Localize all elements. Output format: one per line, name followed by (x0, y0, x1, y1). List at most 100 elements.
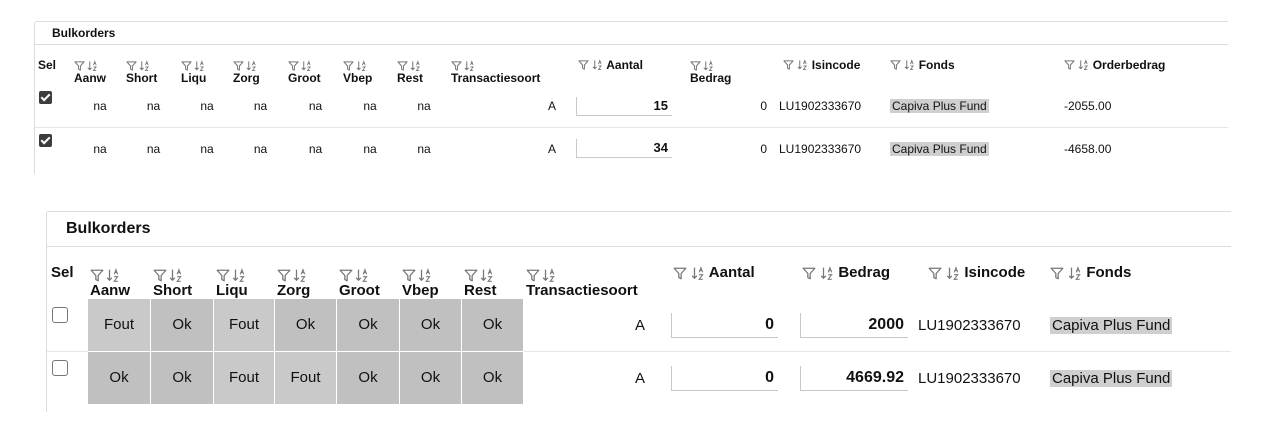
status-rest: na (397, 127, 451, 169)
table-row[interactable]: na na na na na na na A 34 0 LU1902333670… (35, 127, 1228, 169)
col-header-fonds[interactable]: Fonds (1047, 247, 1231, 299)
bulkorders-table: Sel Aanw Short Liqu Zorg Groot Vbep Rest… (47, 247, 1231, 404)
fonds-cell: Capiva Plus Fund (890, 99, 989, 113)
status-aanw: na (93, 99, 107, 113)
sort-icon[interactable] (106, 268, 120, 283)
col-header-aantal[interactable]: Aantal (568, 45, 678, 85)
status-short: na (146, 99, 161, 113)
filter-icon[interactable] (339, 268, 353, 283)
filter-icon[interactable] (216, 268, 230, 283)
col-header-liqu[interactable]: Liqu (214, 247, 275, 299)
status-short: Ok (151, 299, 214, 351)
table-row[interactable]: Ok Ok Fout Fout Ok Ok Ok A 0 4669.92 LU1… (47, 351, 1231, 404)
filter-icon[interactable] (928, 266, 942, 281)
col-header-groot[interactable]: Groot (337, 247, 400, 299)
col-header-short[interactable]: Short (126, 45, 181, 85)
col-header-rest[interactable]: Rest (397, 45, 451, 85)
col-header-fonds[interactable]: Fonds (888, 45, 1058, 85)
status-zorg: Ok (275, 299, 337, 351)
sort-icon[interactable] (797, 59, 808, 71)
sort-icon[interactable] (542, 268, 556, 283)
col-header-bedrag[interactable]: Bedrag (678, 45, 773, 85)
status-zorg: na (233, 127, 288, 169)
sort-icon[interactable] (691, 265, 705, 281)
transactiesoort-cell: A (634, 316, 645, 334)
filter-icon[interactable] (802, 266, 816, 281)
sort-icon[interactable] (355, 268, 369, 283)
sort-icon[interactable] (592, 59, 603, 71)
bedrag-cell: 0 (760, 99, 767, 113)
filter-icon[interactable] (90, 268, 104, 283)
status-rest: Ok (462, 299, 524, 351)
filter-icon[interactable] (153, 268, 167, 283)
sort-icon[interactable] (480, 268, 494, 283)
col-header-aanw[interactable]: Aanw (74, 45, 126, 85)
status-groot: na (288, 127, 343, 169)
filter-icon[interactable] (578, 59, 589, 71)
filter-icon[interactable] (526, 268, 540, 283)
bedrag-input[interactable]: 2000 (800, 312, 908, 338)
sort-icon[interactable] (904, 59, 915, 71)
filter-icon[interactable] (1050, 266, 1064, 281)
table-row[interactable]: Fout Ok Fout Ok Ok Ok Ok A 0 2000 LU1902… (47, 299, 1231, 351)
aantal-input[interactable]: 15 (576, 96, 672, 116)
status-liqu: na (181, 127, 233, 169)
col-header-groot[interactable]: Groot (288, 45, 343, 85)
aantal-input[interactable]: 0 (671, 365, 778, 391)
status-groot: na (308, 99, 323, 113)
aantal-input[interactable]: 0 (671, 312, 778, 338)
col-header-isincode[interactable]: Isincode (918, 247, 1047, 299)
orderbedrag-cell: -2055.00 (1064, 99, 1112, 113)
filter-icon[interactable] (402, 268, 416, 283)
filter-icon[interactable] (783, 59, 794, 71)
filter-icon[interactable] (1064, 59, 1075, 71)
sort-icon[interactable] (418, 268, 432, 283)
row-select-checkbox[interactable] (52, 307, 68, 323)
filter-icon[interactable] (464, 268, 478, 283)
filter-icon[interactable] (890, 59, 901, 71)
status-aanw: Ok (88, 352, 151, 404)
col-header-zorg[interactable]: Zorg (275, 247, 337, 299)
col-header-short[interactable]: Short (151, 247, 214, 299)
status-zorg: Fout (275, 352, 337, 404)
transactiesoort-cell: A (547, 99, 556, 113)
col-header-zorg[interactable]: Zorg (233, 45, 288, 85)
col-header-aanw[interactable]: Aanw (88, 247, 151, 299)
filter-icon[interactable] (673, 266, 687, 281)
transactiesoort-cell: A (524, 351, 661, 404)
col-header-orderbedrag[interactable]: Orderbedrag (1058, 45, 1228, 85)
status-aanw: Fout (88, 299, 151, 351)
sort-icon[interactable] (232, 268, 246, 283)
col-header-rest[interactable]: Rest (462, 247, 524, 299)
col-header-vbep[interactable]: Vbep (400, 247, 462, 299)
col-header-sel[interactable]: Sel (35, 45, 74, 85)
col-header-isincode[interactable]: Isincode (773, 45, 888, 85)
aantal-input[interactable]: 34 (576, 139, 672, 158)
col-header-transactiesoort[interactable]: Transactiesoort (524, 247, 661, 299)
col-header-aantal[interactable]: Aantal (661, 247, 790, 299)
sort-icon[interactable] (946, 265, 960, 281)
bulkorders-panel-bottom: Bulkorders Sel Aanw Short Liqu Zorg Groo… (46, 211, 1231, 412)
sort-icon[interactable] (1078, 59, 1089, 71)
col-header-vbep[interactable]: Vbep (343, 45, 397, 85)
bedrag-input[interactable]: 4669.92 (800, 365, 908, 391)
col-header-transactiesoort[interactable]: Transactiesoort (451, 45, 568, 85)
col-header-bedrag[interactable]: Bedrag (790, 247, 918, 299)
sort-icon[interactable] (820, 265, 834, 281)
sort-icon[interactable] (1068, 265, 1082, 281)
status-liqu: Fout (214, 352, 275, 404)
sort-icon[interactable] (169, 268, 183, 283)
col-header-sel[interactable]: Sel (47, 247, 88, 299)
filter-icon[interactable] (277, 268, 291, 283)
status-vbep: Ok (400, 352, 462, 404)
row-select-checkbox[interactable] (39, 134, 52, 147)
table-header-row: Sel Aanw Short Liqu Zorg Groot Vbep Rest… (35, 45, 1228, 85)
col-header-liqu[interactable]: Liqu (181, 45, 233, 85)
row-select-checkbox[interactable] (52, 360, 68, 376)
panel-title: Bulkorders (35, 22, 1228, 45)
row-select-checkbox[interactable] (39, 91, 52, 104)
table-header-row: Sel Aanw Short Liqu Zorg Groot Vbep Rest… (47, 247, 1231, 299)
sort-icon[interactable] (293, 268, 307, 283)
table-row[interactable]: na na na na na na na A 15 0 LU1902333670… (35, 85, 1228, 127)
status-aanw: na (74, 127, 126, 169)
